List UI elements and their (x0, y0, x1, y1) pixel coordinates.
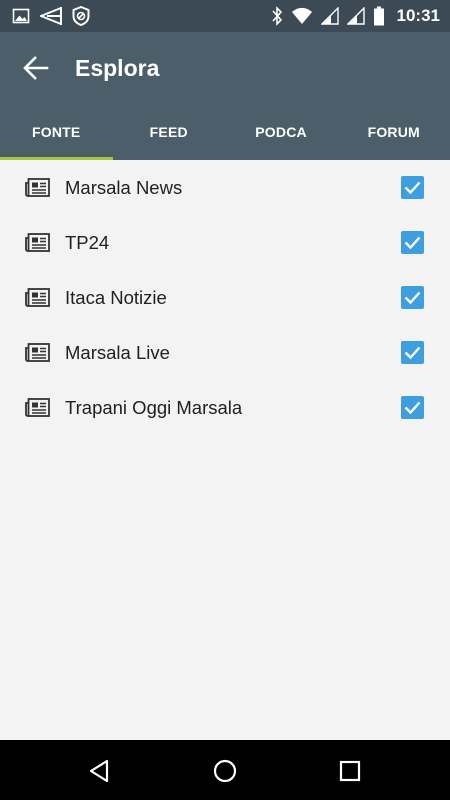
checkbox-checked-icon[interactable] (401, 176, 424, 199)
shield-block-icon (72, 6, 90, 26)
tab-label: FONTE (32, 124, 81, 140)
tab-label: FORUM (367, 124, 420, 140)
tab-feed[interactable]: FEED (113, 104, 226, 160)
tab-podcast[interactable]: PODCAST (225, 104, 338, 160)
list-item[interactable]: Trapani Oggi Marsala (0, 380, 450, 435)
system-nav-bar (0, 740, 450, 800)
source-name: Trapani Oggi Marsala (65, 396, 243, 418)
checkbox-checked-icon[interactable] (401, 341, 424, 364)
newspaper-icon (25, 178, 50, 197)
newspaper-icon (25, 343, 50, 362)
status-notification-icons (12, 6, 90, 26)
newspaper-icon (25, 288, 50, 307)
checkbox-checked-icon[interactable] (401, 286, 424, 309)
status-bar: 10:31 (0, 0, 450, 32)
checkbox-checked-icon[interactable] (401, 231, 424, 254)
source-name: Marsala News (65, 176, 183, 198)
tab-label: FEED (149, 124, 188, 140)
status-system-icons: 10:31 (271, 6, 440, 26)
source-list: Marsala News TP24 Itaca Notizie Marsala … (0, 160, 450, 435)
tab-bar: FONTE FEED PODCAST FORUM (0, 104, 450, 160)
tab-fonte[interactable]: FONTE (0, 104, 113, 160)
page-title: Esplora (75, 55, 160, 81)
arrow-back-icon[interactable] (22, 54, 50, 82)
image-icon (12, 8, 30, 24)
back-triangle-icon[interactable] (87, 758, 113, 784)
tab-forum[interactable]: FORUM (338, 104, 450, 160)
signal-icon (346, 7, 365, 25)
battery-icon (373, 6, 384, 26)
signal-icon (320, 7, 339, 25)
app-bar: Esplora (0, 32, 450, 104)
newspaper-icon (25, 398, 50, 417)
tab-label: PODCAST (255, 124, 307, 140)
checkbox-checked-icon[interactable] (401, 396, 424, 419)
wifi-icon (291, 7, 312, 24)
newspaper-icon (25, 233, 50, 252)
list-item[interactable]: Marsala Live (0, 325, 450, 380)
list-item[interactable]: TP24 (0, 215, 450, 270)
list-item[interactable]: Itaca Notizie (0, 270, 450, 325)
list-item[interactable]: Marsala News (0, 160, 450, 215)
status-time: 10:31 (396, 6, 440, 25)
source-name: Marsala Live (65, 341, 170, 363)
source-name: TP24 (65, 231, 110, 253)
recents-square-icon[interactable] (337, 758, 363, 784)
send-icon (40, 7, 62, 25)
bluetooth-icon (271, 6, 282, 26)
home-circle-icon[interactable] (212, 758, 238, 784)
source-name: Itaca Notizie (65, 286, 167, 308)
